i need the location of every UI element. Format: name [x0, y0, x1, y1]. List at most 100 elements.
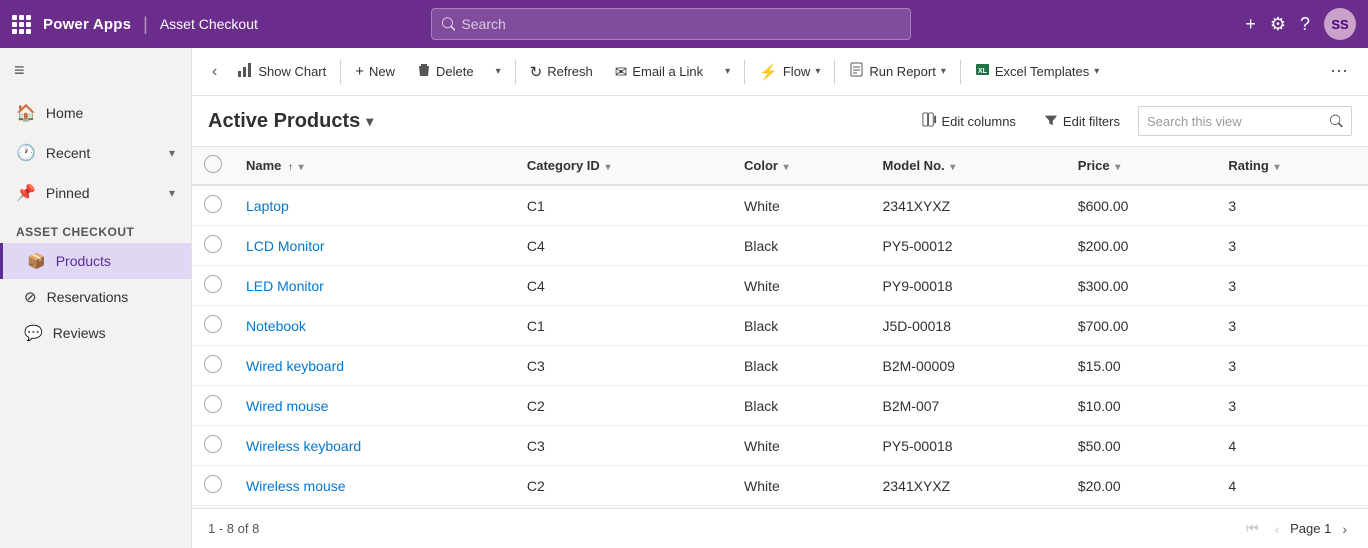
- row-checkbox[interactable]: [204, 275, 222, 293]
- col-category-filter[interactable]: ▾: [605, 162, 610, 173]
- edit-columns-button[interactable]: Edit columns: [912, 107, 1026, 135]
- row-name[interactable]: LCD Monitor: [234, 226, 515, 266]
- sidebar-pinned-label: Pinned: [46, 185, 90, 201]
- row-rating: 3: [1216, 266, 1368, 306]
- avatar[interactable]: SS: [1324, 8, 1356, 40]
- sidebar: ≡ 🏠 Home 🕐 Recent ▾ 📌 Pinned ▾ Asset Che…: [0, 48, 192, 548]
- toolbar-sep-4: [834, 60, 835, 84]
- sidebar-item-home[interactable]: 🏠 Home: [0, 93, 191, 133]
- row-name[interactable]: Laptop: [234, 185, 515, 226]
- col-model-no[interactable]: Model No. ▾: [871, 147, 1066, 185]
- sidebar-item-products[interactable]: 📦 Products: [0, 243, 191, 279]
- row-name[interactable]: Wired keyboard: [234, 346, 515, 386]
- sidebar-item-reservations[interactable]: ⊘ Reservations: [0, 279, 191, 315]
- col-price-filter[interactable]: ▾: [1115, 162, 1120, 173]
- excel-templates-label: Excel Templates: [995, 64, 1089, 79]
- sidebar-toggle[interactable]: ≡: [0, 48, 191, 93]
- excel-templates-button[interactable]: XL Excel Templates ▾: [965, 57, 1109, 86]
- row-name[interactable]: Wired mouse: [234, 386, 515, 426]
- first-page-button[interactable]: ⏮: [1241, 517, 1264, 540]
- run-report-button[interactable]: Run Report ▾: [839, 57, 956, 86]
- apps-grid-icon[interactable]: [12, 15, 31, 34]
- delete-dropdown[interactable]: ▾: [486, 61, 511, 82]
- row-checkbox-cell[interactable]: [192, 306, 234, 346]
- help-button[interactable]: ?: [1300, 14, 1310, 35]
- add-button[interactable]: +: [1245, 14, 1256, 35]
- search-view-input[interactable]: [1147, 114, 1324, 129]
- email-link-button[interactable]: ✉ Email a Link: [605, 58, 713, 86]
- col-rating-label: Rating: [1228, 158, 1268, 173]
- row-checkbox[interactable]: [204, 315, 222, 333]
- toolbar-sep-5: [960, 60, 961, 84]
- row-checkbox[interactable]: [204, 475, 222, 493]
- back-button[interactable]: ‹: [204, 58, 225, 86]
- col-color-filter[interactable]: ▾: [784, 162, 789, 173]
- row-checkbox-cell[interactable]: [192, 466, 234, 506]
- run-report-icon: [849, 62, 864, 81]
- new-button[interactable]: + New: [345, 58, 405, 85]
- row-category-id: C3: [515, 346, 732, 386]
- row-category-id: C1: [515, 306, 732, 346]
- email-dropdown[interactable]: ▾: [715, 61, 740, 82]
- products-icon: 📦: [27, 252, 46, 270]
- edit-columns-icon: [922, 112, 937, 130]
- prev-page-button[interactable]: ‹: [1269, 518, 1284, 540]
- row-price: $200.00: [1066, 226, 1217, 266]
- header-checkbox[interactable]: [204, 155, 222, 173]
- show-chart-button[interactable]: Show Chart: [227, 57, 336, 87]
- flow-button[interactable]: ⚡ Flow ▾: [749, 58, 830, 86]
- row-checkbox-cell[interactable]: [192, 266, 234, 306]
- settings-button[interactable]: ⚙: [1270, 14, 1286, 35]
- row-checkbox[interactable]: [204, 235, 222, 253]
- sidebar-item-pinned[interactable]: 📌 Pinned ▾: [0, 173, 191, 213]
- pinned-icon: 📌: [16, 183, 36, 203]
- col-rating[interactable]: Rating ▾: [1216, 147, 1368, 185]
- row-name[interactable]: Notebook: [234, 306, 515, 346]
- next-page-button[interactable]: ›: [1337, 518, 1352, 540]
- col-model-filter[interactable]: ▾: [950, 162, 955, 173]
- table-row: Wired mouse C2 Black B2M-007 $10.00 3: [192, 386, 1368, 426]
- row-model-no: 2341XYXZ: [871, 185, 1066, 226]
- row-checkbox[interactable]: [204, 355, 222, 373]
- search-view-icon: [1330, 114, 1343, 128]
- table-row: Notebook C1 Black J5D-00018 $700.00 3: [192, 306, 1368, 346]
- row-checkbox-cell[interactable]: [192, 346, 234, 386]
- col-category-id[interactable]: Category ID ▾: [515, 147, 732, 185]
- row-checkbox-cell[interactable]: [192, 386, 234, 426]
- flow-dropdown-arrow: ▾: [815, 66, 820, 77]
- delete-button[interactable]: Delete: [407, 57, 484, 87]
- search-view-box[interactable]: [1138, 106, 1352, 136]
- more-button[interactable]: ⋯: [1322, 56, 1356, 87]
- row-rating: 3: [1216, 306, 1368, 346]
- row-checkbox[interactable]: [204, 435, 222, 453]
- col-rating-filter[interactable]: ▾: [1274, 162, 1279, 173]
- row-checkbox[interactable]: [204, 395, 222, 413]
- row-name[interactable]: Wireless keyboard: [234, 426, 515, 466]
- sidebar-item-reviews[interactable]: 💬 Reviews: [0, 315, 191, 351]
- row-checkbox-cell[interactable]: [192, 185, 234, 226]
- table-row: Wired keyboard C3 Black B2M-00009 $15.00…: [192, 346, 1368, 386]
- row-checkbox-cell[interactable]: [192, 426, 234, 466]
- table-title-arrow[interactable]: ▾: [366, 113, 373, 130]
- col-name[interactable]: Name ↑ ▾: [234, 147, 515, 185]
- refresh-button[interactable]: ↻ Refresh: [520, 58, 603, 86]
- global-search[interactable]: [431, 8, 911, 40]
- show-chart-icon: [237, 62, 253, 82]
- checkbox-header[interactable]: [192, 147, 234, 185]
- table-row: LCD Monitor C4 Black PY5-00012 $200.00 3: [192, 226, 1368, 266]
- col-price[interactable]: Price ▾: [1066, 147, 1217, 185]
- global-search-input[interactable]: [461, 16, 900, 32]
- table-row: Wireless mouse C2 White 2341XYXZ $20.00 …: [192, 466, 1368, 506]
- row-model-no: B2M-007: [871, 386, 1066, 426]
- row-checkbox[interactable]: [204, 195, 222, 213]
- edit-filters-button[interactable]: Edit filters: [1034, 108, 1130, 135]
- sidebar-item-recent[interactable]: 🕐 Recent ▾: [0, 133, 191, 173]
- row-name[interactable]: Wireless mouse: [234, 466, 515, 506]
- row-rating: 3: [1216, 386, 1368, 426]
- row-rating: 3: [1216, 185, 1368, 226]
- col-color[interactable]: Color ▾: [732, 147, 870, 185]
- row-name[interactable]: LED Monitor: [234, 266, 515, 306]
- pagination: ⏮ ‹ Page 1 ›: [1241, 517, 1352, 540]
- row-checkbox-cell[interactable]: [192, 226, 234, 266]
- col-name-filter[interactable]: ▾: [299, 162, 304, 173]
